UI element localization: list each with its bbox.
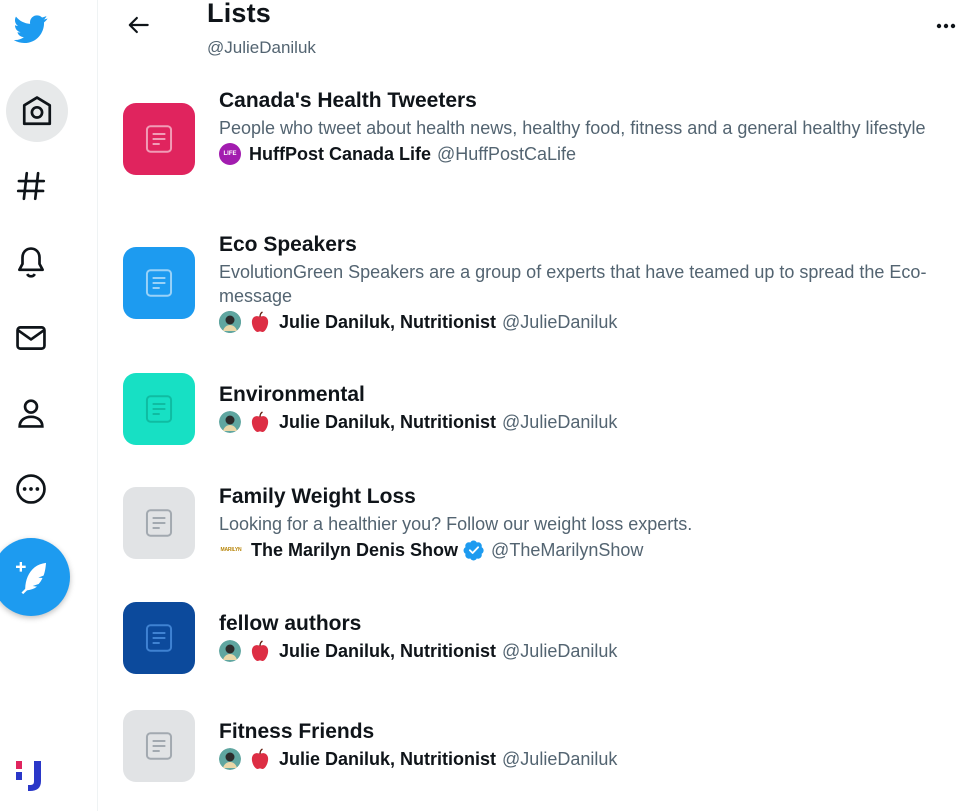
list-thumbnail <box>123 487 195 559</box>
owner-name: Julie Daniluk, Nutritionist <box>279 749 497 769</box>
owner-handle: @HuffPostCaLife <box>437 144 577 164</box>
list-icon <box>145 125 173 153</box>
list-owner: Julie Daniluk, Nutritionist @JulieDanilu… <box>219 310 952 334</box>
feather-plus-icon <box>16 562 46 595</box>
profile-icon[interactable] <box>0 382 62 444</box>
list-thumbnail <box>123 710 195 782</box>
list-description: Looking for a healthier you? Follow our … <box>219 514 693 534</box>
list-description: EvolutionGreen Speakers are a group of e… <box>219 262 927 306</box>
list-owner: Julie Daniluk, Nutritionist @JulieDanilu… <box>219 410 952 434</box>
verified-badge-icon <box>463 540 484 561</box>
list-name: fellow authors <box>219 612 362 635</box>
owner-avatar <box>219 311 241 333</box>
list-item[interactable]: Fitness Friends Julie Daniluk, Nutrition… <box>98 710 958 790</box>
apple-emoji-icon <box>251 311 269 332</box>
list-description: People who tweet about health news, heal… <box>219 118 926 138</box>
messages-envelope-icon[interactable] <box>0 307 62 369</box>
apple-emoji-icon <box>251 411 269 432</box>
list-owner: Julie Daniluk, Nutritionist @JulieDanilu… <box>219 639 952 663</box>
list-item[interactable]: Canada's Health Tweeters People who twee… <box>98 86 958 198</box>
page-subtitle-handle: @JulieDaniluk <box>207 38 316 57</box>
list-name: Environmental <box>219 383 365 406</box>
list-name: Fitness Friends <box>219 720 375 743</box>
owner-avatar: MARILYN <box>219 539 243 561</box>
list-icon <box>145 395 173 423</box>
list-icon <box>145 509 173 537</box>
list-icon <box>145 269 173 297</box>
owner-name: Julie Daniluk, Nutritionist <box>279 412 497 432</box>
brand-logo-icon <box>14 756 50 794</box>
list-icon <box>145 624 173 652</box>
owner-handle: @TheMarilynShow <box>491 540 644 560</box>
list-item[interactable]: Environmental Julie Daniluk, Nutritionis… <box>98 373 958 453</box>
apple-emoji-icon <box>251 748 269 769</box>
owner-name: Julie Daniluk, Nutritionist <box>279 312 497 332</box>
list-thumbnail <box>123 103 195 175</box>
owner-name: Julie Daniluk, Nutritionist <box>279 641 497 661</box>
side-nav <box>0 0 98 811</box>
back-arrow-icon <box>128 16 149 34</box>
owner-handle: @JulieDaniluk <box>502 312 618 332</box>
list-item[interactable]: Family Weight Loss Looking for a healthi… <box>98 482 958 572</box>
owner-avatar: LIFE <box>219 143 241 165</box>
list-icon <box>145 732 173 760</box>
list-owner: MARILYN The Marilyn Denis Show @TheMaril… <box>219 538 952 562</box>
owner-handle: @JulieDaniluk <box>502 749 618 769</box>
more-menu-icon[interactable] <box>932 16 958 36</box>
list-owner: LIFE HuffPost Canada Life @HuffPostCaLif… <box>219 142 952 166</box>
twitter-logo-icon[interactable] <box>0 0 62 60</box>
list-name: Eco Speakers <box>219 233 357 256</box>
avatar-text: LIFE <box>223 151 237 157</box>
list-name: Canada's Health Tweeters <box>219 89 477 112</box>
owner-avatar <box>219 411 241 433</box>
apple-emoji-icon <box>251 640 269 661</box>
explore-hashtag-icon[interactable] <box>0 155 62 217</box>
more-options-icon[interactable] <box>0 458 62 520</box>
list-thumbnail <box>123 602 195 674</box>
owner-handle: @JulieDaniluk <box>502 412 618 432</box>
list-item[interactable]: fellow authors Julie Daniluk, Nutritioni… <box>98 602 958 682</box>
page-title: Lists <box>207 0 272 28</box>
avatar-text: MARILYN <box>220 547 242 553</box>
list-name: Family Weight Loss <box>219 485 416 508</box>
notifications-bell-icon[interactable] <box>0 231 62 293</box>
owner-name: HuffPost Canada Life <box>249 144 432 164</box>
owner-name: The Marilyn Denis Show <box>251 540 459 560</box>
list-thumbnail <box>123 247 195 319</box>
owner-handle: @JulieDaniluk <box>502 641 618 661</box>
owner-avatar <box>219 748 241 770</box>
compose-tweet-button[interactable] <box>0 538 70 616</box>
back-button[interactable] <box>122 8 156 42</box>
owner-avatar <box>219 640 241 662</box>
home-icon[interactable] <box>6 80 68 142</box>
list-thumbnail <box>123 373 195 445</box>
list-item[interactable]: Eco Speakers EvolutionGreen Speakers are… <box>98 230 958 342</box>
list-owner: Julie Daniluk, Nutritionist @JulieDanilu… <box>219 747 952 771</box>
